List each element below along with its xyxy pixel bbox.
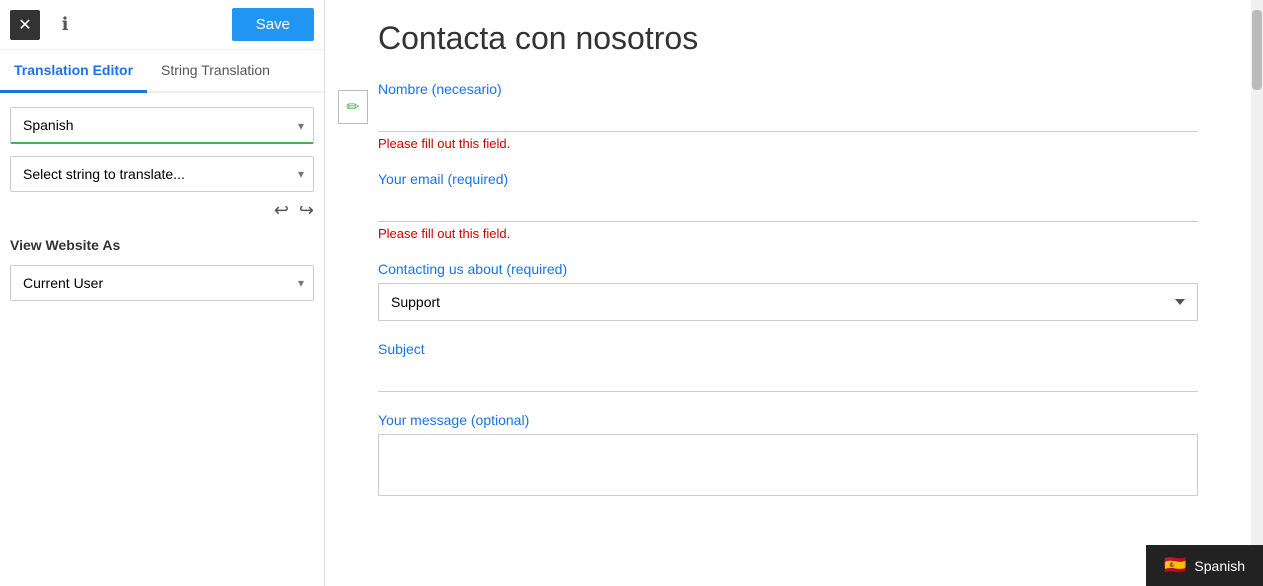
string-select-wrap: Select string to translate... ▾ xyxy=(10,156,314,192)
flag-icon: 🇪🇸 xyxy=(1164,555,1186,576)
form-field-subject: Subject xyxy=(378,341,1198,392)
field-label-nombre: Nombre (necesario) xyxy=(378,81,1198,97)
field-input-nombre[interactable] xyxy=(378,103,1198,132)
close-button[interactable]: ✕ xyxy=(10,10,40,40)
error-email: Please fill out this field. xyxy=(378,226,1198,241)
view-as-dropdown[interactable]: Current User Guest Logged In xyxy=(10,265,314,301)
info-button[interactable]: ℹ xyxy=(50,10,80,40)
pencil-icon: ✏ xyxy=(346,97,359,117)
language-dropdown[interactable]: Spanish French German Italian Portuguese xyxy=(10,107,314,144)
error-nombre: Please fill out this field. xyxy=(378,136,1198,151)
string-select-dropdown[interactable]: Select string to translate... xyxy=(10,156,314,192)
undo-redo-bar: ↩ ↪ xyxy=(10,200,314,221)
language-badge: 🇪🇸 Spanish xyxy=(1146,545,1263,586)
pencil-tab[interactable]: ✏ xyxy=(338,90,368,124)
left-panel: ✕ ℹ Save Translation Editor String Trans… xyxy=(0,0,325,586)
form-field-email: Your email (required) Please fill out th… xyxy=(378,171,1198,241)
panel-content: Spanish French German Italian Portuguese… xyxy=(0,93,324,315)
tab-translation-editor[interactable]: Translation Editor xyxy=(0,50,147,93)
scrollbar-thumb[interactable] xyxy=(1252,10,1262,90)
form-field-nombre: Nombre (necesario) Please fill out this … xyxy=(378,81,1198,151)
page-title: Contacta con nosotros xyxy=(378,20,1198,57)
preview-content: Contacta con nosotros Nombre (necesario)… xyxy=(338,0,1238,541)
field-label-subject: Subject xyxy=(378,341,1198,357)
form-field-contact-about: Contacting us about (required) Support xyxy=(378,261,1198,321)
view-as-label: View Website As xyxy=(10,237,314,253)
field-label-contact-about: Contacting us about (required) xyxy=(378,261,1198,277)
field-input-email[interactable] xyxy=(378,193,1198,222)
save-button[interactable]: Save xyxy=(232,8,314,41)
tab-bar: Translation Editor String Translation xyxy=(0,50,324,93)
language-dropdown-wrap: Spanish French German Italian Portuguese… xyxy=(10,107,314,144)
scrollbar-track[interactable] xyxy=(1251,0,1263,586)
badge-language-label: Spanish xyxy=(1194,558,1245,574)
field-input-message[interactable] xyxy=(378,434,1198,496)
redo-button[interactable]: ↪ xyxy=(299,200,314,221)
top-bar: ✕ ℹ Save xyxy=(0,0,324,50)
undo-button[interactable]: ↩ xyxy=(274,200,289,221)
right-panel: Contacta con nosotros Nombre (necesario)… xyxy=(325,0,1251,586)
field-label-message: Your message (optional) xyxy=(378,412,1198,428)
field-select-contact-about[interactable]: Support xyxy=(378,283,1198,321)
form-field-message: Your message (optional) xyxy=(378,412,1198,501)
tab-string-translation[interactable]: String Translation xyxy=(147,50,284,93)
view-as-dropdown-wrap: Current User Guest Logged In ▾ xyxy=(10,265,314,301)
field-input-subject[interactable] xyxy=(378,363,1198,392)
field-label-email: Your email (required) xyxy=(378,171,1198,187)
